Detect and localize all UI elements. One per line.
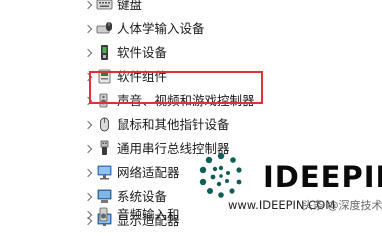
tree-item-label: 人体学输入设备	[117, 21, 205, 36]
chevron-right-icon[interactable]	[84, 208, 92, 222]
ideepin-logo-icon	[199, 152, 242, 198]
chevron-right-icon[interactable]	[84, 166, 92, 180]
usb-icon	[100, 140, 109, 155]
chevron-right-icon[interactable]	[84, 190, 92, 204]
chevron-right-icon[interactable]	[84, 142, 92, 156]
network-adapter-icon	[97, 165, 112, 180]
keyboard-icon	[96, 0, 113, 10]
audio-input-icon	[99, 207, 108, 222]
tree-item-mouse[interactable]: 鼠标和其他指针设备	[0, 113, 382, 137]
software-device-icon	[101, 45, 108, 60]
watermark-brand: IDEEPIN	[263, 160, 382, 194]
chevron-right-icon[interactable]	[84, 46, 92, 60]
tree-item-usb[interactable]: 通用串行总线控制器	[0, 137, 382, 161]
tree-item-software-device[interactable]: 软件设备	[0, 41, 382, 65]
tree-item-hid[interactable]: 人体学输入设备	[0, 17, 382, 41]
tree-item-label: 软件设备	[117, 45, 168, 60]
hid-icon	[96, 22, 112, 34]
tree-item-label: 网络适配器	[117, 165, 180, 180]
watermark-author: 头条 @深度技术	[302, 199, 382, 212]
mouse-icon	[100, 117, 109, 132]
tree-item-keyboard[interactable]: 键盘	[0, 0, 382, 17]
chevron-right-icon[interactable]	[84, 0, 92, 12]
tree-item-label: 鼠标和其他指针设备	[117, 117, 230, 132]
tree-item-label: 音频输入和	[117, 207, 180, 222]
highlight-box	[89, 71, 263, 104]
chevron-right-icon[interactable]	[84, 22, 92, 36]
chevron-right-icon[interactable]	[84, 118, 92, 132]
tree-item-label: 键盘	[117, 0, 143, 12]
